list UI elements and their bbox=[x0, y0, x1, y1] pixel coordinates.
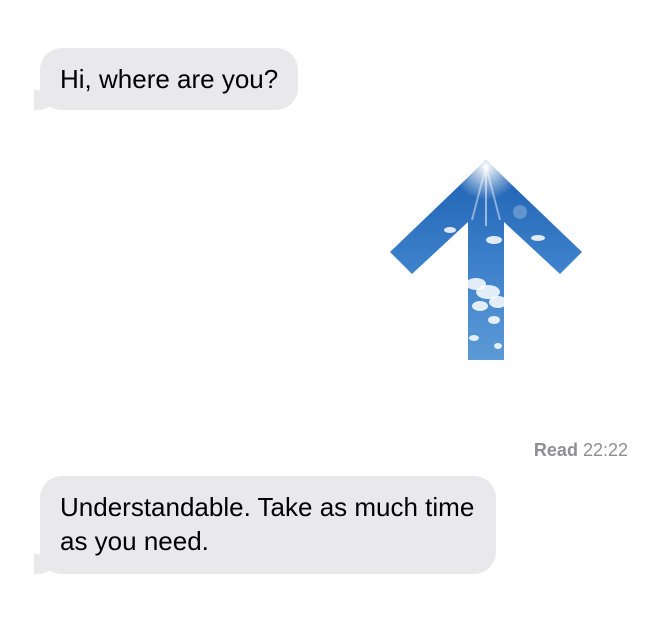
read-time: 22:22 bbox=[582, 440, 628, 460]
message-bubble-incoming[interactable]: Understandable. Take as much time as you… bbox=[24, 476, 496, 574]
read-label: Read bbox=[533, 440, 578, 460]
message-thread: Hi, where are you? Read 22:22 Understand… bbox=[0, 0, 646, 619]
message-text: Hi, where are you? bbox=[60, 64, 279, 94]
sky-arrow-graphic bbox=[390, 160, 582, 360]
message-text: Understandable. Take as much time as you… bbox=[60, 492, 475, 556]
bubble-tail bbox=[34, 554, 54, 574]
bubble-tail bbox=[34, 90, 54, 110]
up-arrow-icon bbox=[390, 160, 582, 360]
message-bubble-incoming[interactable]: Hi, where are you? bbox=[24, 48, 299, 110]
read-receipt: Read 22:22 bbox=[534, 440, 628, 461]
